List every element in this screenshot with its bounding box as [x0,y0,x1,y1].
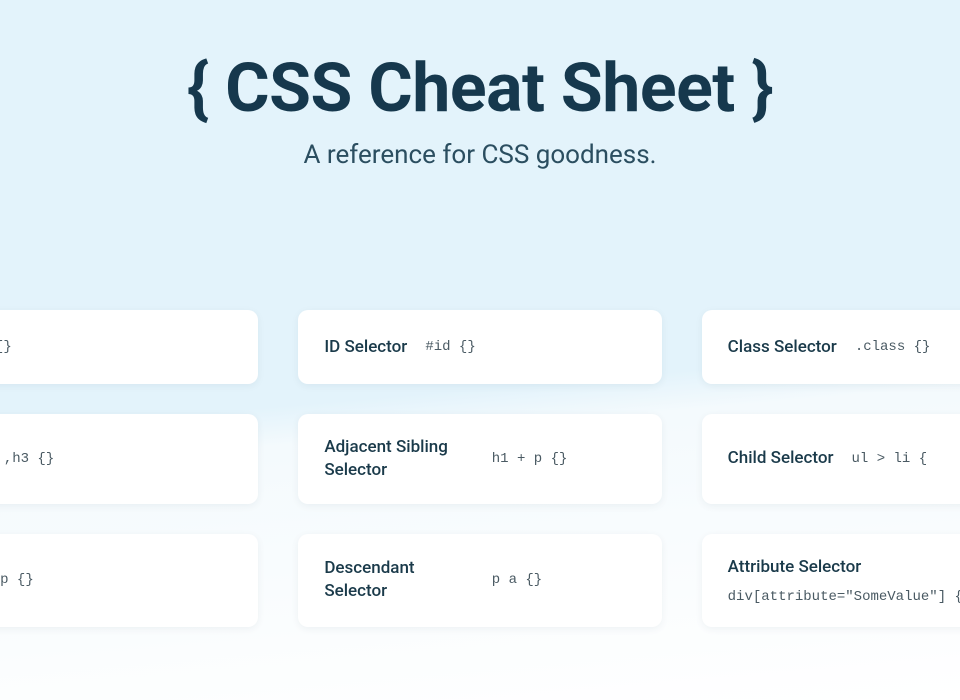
selector-card: Class Selector .class {} [702,310,960,384]
selector-label: Class Selector [728,336,837,359]
selector-label: Child Selector [728,447,834,470]
page-title: { CSS Cheat Sheet } [0,48,960,128]
selector-code: h1 + p {} [492,451,636,467]
selector-card: ector * {} [0,310,258,384]
selector-code: * {} [0,339,232,355]
selector-card: Child Selector ul > li { [702,414,960,504]
selector-code: h1, h2 ,h3 {} [0,451,232,467]
hero: { CSS Cheat Sheet } A reference for CSS … [0,0,960,170]
selector-code: .class {} [855,339,960,355]
selector-label: ID Selector [324,336,407,359]
selector-code: ul > li { [852,451,960,467]
selector-label: Descendant Selector [324,557,473,603]
selector-code: h1 ~ p {} [0,572,232,588]
selector-card: r h1, h2 ,h3 {} [0,414,258,504]
selector-code: p a {} [492,572,636,588]
selector-label: Attribute Selector [728,556,862,579]
selector-card: ID Selector #id {} [298,310,661,384]
selector-card: Descendant Selector p a {} [298,534,661,627]
page-subtitle: A reference for CSS goodness. [0,140,960,170]
selector-code: div[attribute="SomeValue"] {} [728,589,960,605]
selector-card: ng h1 ~ p {} [0,534,258,627]
selector-code: #id {} [425,339,635,355]
selector-card: Adjacent Sibling Selector h1 + p {} [298,414,661,504]
selector-grid: ector * {} ID Selector #id {} Class Sele… [0,310,960,627]
selector-card: Attribute Selector div[attribute="SomeVa… [702,534,960,627]
selector-label: Adjacent Sibling Selector [324,436,473,482]
